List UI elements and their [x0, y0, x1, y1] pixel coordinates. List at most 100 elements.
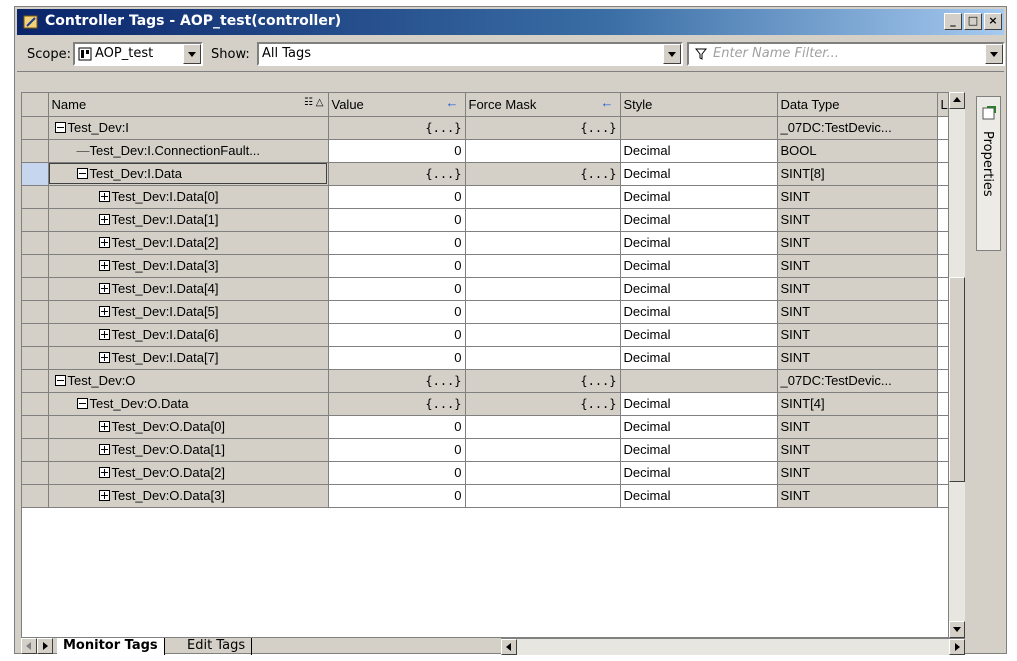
force-mask-cell[interactable] — [465, 231, 621, 255]
name-cell[interactable]: Test_Dev:I — [48, 116, 329, 140]
value-cell[interactable]: 0 — [328, 484, 466, 508]
name-cell[interactable]: Test_Dev:I.Data[0] — [48, 185, 329, 209]
expand-icon[interactable] — [98, 283, 110, 295]
name-column-header[interactable]: Name ☷ △ — [48, 93, 329, 117]
style-cell[interactable]: Decimal — [620, 346, 778, 370]
filter-dropdown-arrow[interactable] — [985, 44, 1003, 64]
row-selector[interactable] — [22, 116, 49, 140]
style-cell[interactable]: Decimal — [620, 438, 778, 462]
collapse-icon[interactable] — [76, 168, 88, 180]
value-cell[interactable]: 0 — [328, 231, 466, 255]
expand-icon[interactable] — [98, 306, 110, 318]
style-cell[interactable]: Decimal — [620, 208, 778, 232]
name-cell[interactable]: Test_Dev:I.Data[4] — [48, 277, 329, 301]
row-selector[interactable] — [22, 461, 49, 485]
tab-scroll-right-button[interactable] — [37, 638, 53, 654]
row-selector[interactable] — [22, 231, 49, 255]
row-selector[interactable] — [22, 162, 49, 186]
name-cell[interactable]: Test_Dev:I.Data[5] — [48, 300, 329, 324]
row-selector[interactable] — [22, 346, 49, 370]
show-dropdown-arrow[interactable] — [663, 44, 681, 64]
properties-tab[interactable]: Properties — [976, 96, 1001, 251]
data-type-cell[interactable]: SINT — [777, 415, 938, 439]
expand-icon[interactable] — [98, 214, 110, 226]
row-selector[interactable] — [22, 323, 49, 347]
table-row[interactable]: Test_Dev:O.Data {...} {...} Decimal SINT[4] — [22, 392, 952, 416]
style-cell[interactable]: Decimal — [620, 300, 778, 324]
name-cell[interactable]: Test_Dev:I.Data[3] — [48, 254, 329, 278]
expand-icon[interactable] — [98, 467, 110, 479]
data-type-cell[interactable]: SINT — [777, 300, 938, 324]
data-type-cell[interactable]: SINT — [777, 185, 938, 209]
expand-icon[interactable] — [98, 329, 110, 341]
close-button[interactable]: × — [984, 13, 1002, 30]
force-mask-cell[interactable] — [465, 185, 621, 209]
expand-icon[interactable] — [98, 191, 110, 203]
style-cell[interactable]: Decimal — [620, 185, 778, 209]
tab-edit-tags[interactable]: Edit Tags — [181, 638, 253, 655]
row-selector[interactable] — [22, 300, 49, 324]
data-type-cell[interactable]: SINT — [777, 484, 938, 508]
row-selector[interactable] — [22, 139, 49, 163]
name-cell[interactable]: Test_Dev:O.Data[3] — [48, 484, 329, 508]
force-mask-cell[interactable] — [465, 323, 621, 347]
name-cell[interactable]: —Test_Dev:I.ConnectionFault... — [48, 139, 329, 163]
value-cell[interactable]: 0 — [328, 208, 466, 232]
force-mask-cell[interactable] — [465, 254, 621, 278]
row-selector[interactable] — [22, 438, 49, 462]
value-cell[interactable]: {...} — [328, 369, 466, 393]
row-selector-header[interactable] — [22, 93, 49, 117]
expand-icon[interactable] — [98, 490, 110, 502]
row-selector[interactable] — [22, 415, 49, 439]
vertical-scrollbar[interactable] — [948, 92, 965, 638]
title-bar[interactable]: Controller Tags - AOP_test(controller) _… — [17, 9, 1004, 35]
sort-icon[interactable]: ☷ △ — [304, 97, 323, 108]
table-row[interactable]: Test_Dev:I.Data[4] 0 Decimal SINT — [22, 277, 952, 301]
data-type-cell[interactable]: SINT — [777, 231, 938, 255]
style-cell[interactable]: Decimal — [620, 323, 778, 347]
expand-icon[interactable] — [98, 352, 110, 364]
force-mask-cell[interactable] — [465, 300, 621, 324]
table-row[interactable]: Test_Dev:O.Data[2] 0 Decimal SINT — [22, 461, 952, 485]
data-type-column-header[interactable]: Data Type — [777, 93, 938, 117]
force-mask-cell[interactable]: {...} — [465, 116, 621, 140]
force-mask-cell[interactable] — [465, 484, 621, 508]
table-row[interactable]: Test_Dev:I.Data[6] 0 Decimal SINT — [22, 323, 952, 347]
data-type-cell[interactable]: SINT — [777, 323, 938, 347]
value-cell[interactable]: {...} — [328, 116, 466, 140]
force-mask-cell[interactable] — [465, 139, 621, 163]
style-cell[interactable] — [620, 116, 778, 140]
style-cell[interactable]: Decimal — [620, 461, 778, 485]
style-cell[interactable]: Decimal — [620, 162, 778, 186]
value-cell[interactable]: 0 — [328, 254, 466, 278]
force-mask-cell[interactable] — [465, 346, 621, 370]
table-row[interactable]: Test_Dev:I.Data[2] 0 Decimal SINT — [22, 231, 952, 255]
style-cell[interactable]: Decimal — [620, 392, 778, 416]
data-type-cell[interactable]: SINT[8] — [777, 162, 938, 186]
scope-dropdown[interactable]: AOP_test — [73, 42, 203, 66]
table-row[interactable]: Test_Dev:I.Data[5] 0 Decimal SINT — [22, 300, 952, 324]
force-mask-cell[interactable]: {...} — [465, 162, 621, 186]
hscroll-right-button[interactable] — [949, 639, 965, 655]
name-cell[interactable]: Test_Dev:O.Data[1] — [48, 438, 329, 462]
expand-icon[interactable] — [98, 444, 110, 456]
expand-icon[interactable] — [98, 237, 110, 249]
horizontal-scrollbar[interactable] — [501, 638, 965, 655]
hscroll-left-button[interactable] — [501, 639, 517, 655]
style-cell[interactable]: Decimal — [620, 277, 778, 301]
scroll-down-button[interactable] — [949, 621, 965, 638]
scroll-up-button[interactable] — [949, 92, 965, 109]
style-cell[interactable] — [620, 369, 778, 393]
table-row[interactable]: Test_Dev:O.Data[3] 0 Decimal SINT — [22, 484, 952, 508]
name-cell[interactable]: Test_Dev:O.Data[2] — [48, 461, 329, 485]
data-type-cell[interactable]: _07DC:TestDevic... — [777, 369, 938, 393]
name-cell[interactable]: Test_Dev:I.Data[7] — [48, 346, 329, 370]
style-cell[interactable]: Decimal — [620, 484, 778, 508]
expand-icon[interactable] — [98, 260, 110, 272]
name-cell[interactable]: Test_Dev:I.Data[2] — [48, 231, 329, 255]
force-mask-cell[interactable] — [465, 277, 621, 301]
collapse-icon[interactable] — [54, 375, 66, 387]
table-row[interactable]: Test_Dev:O.Data[0] 0 Decimal SINT — [22, 415, 952, 439]
table-row[interactable]: Test_Dev:I.Data[1] 0 Decimal SINT — [22, 208, 952, 232]
scroll-thumb[interactable] — [949, 277, 965, 482]
